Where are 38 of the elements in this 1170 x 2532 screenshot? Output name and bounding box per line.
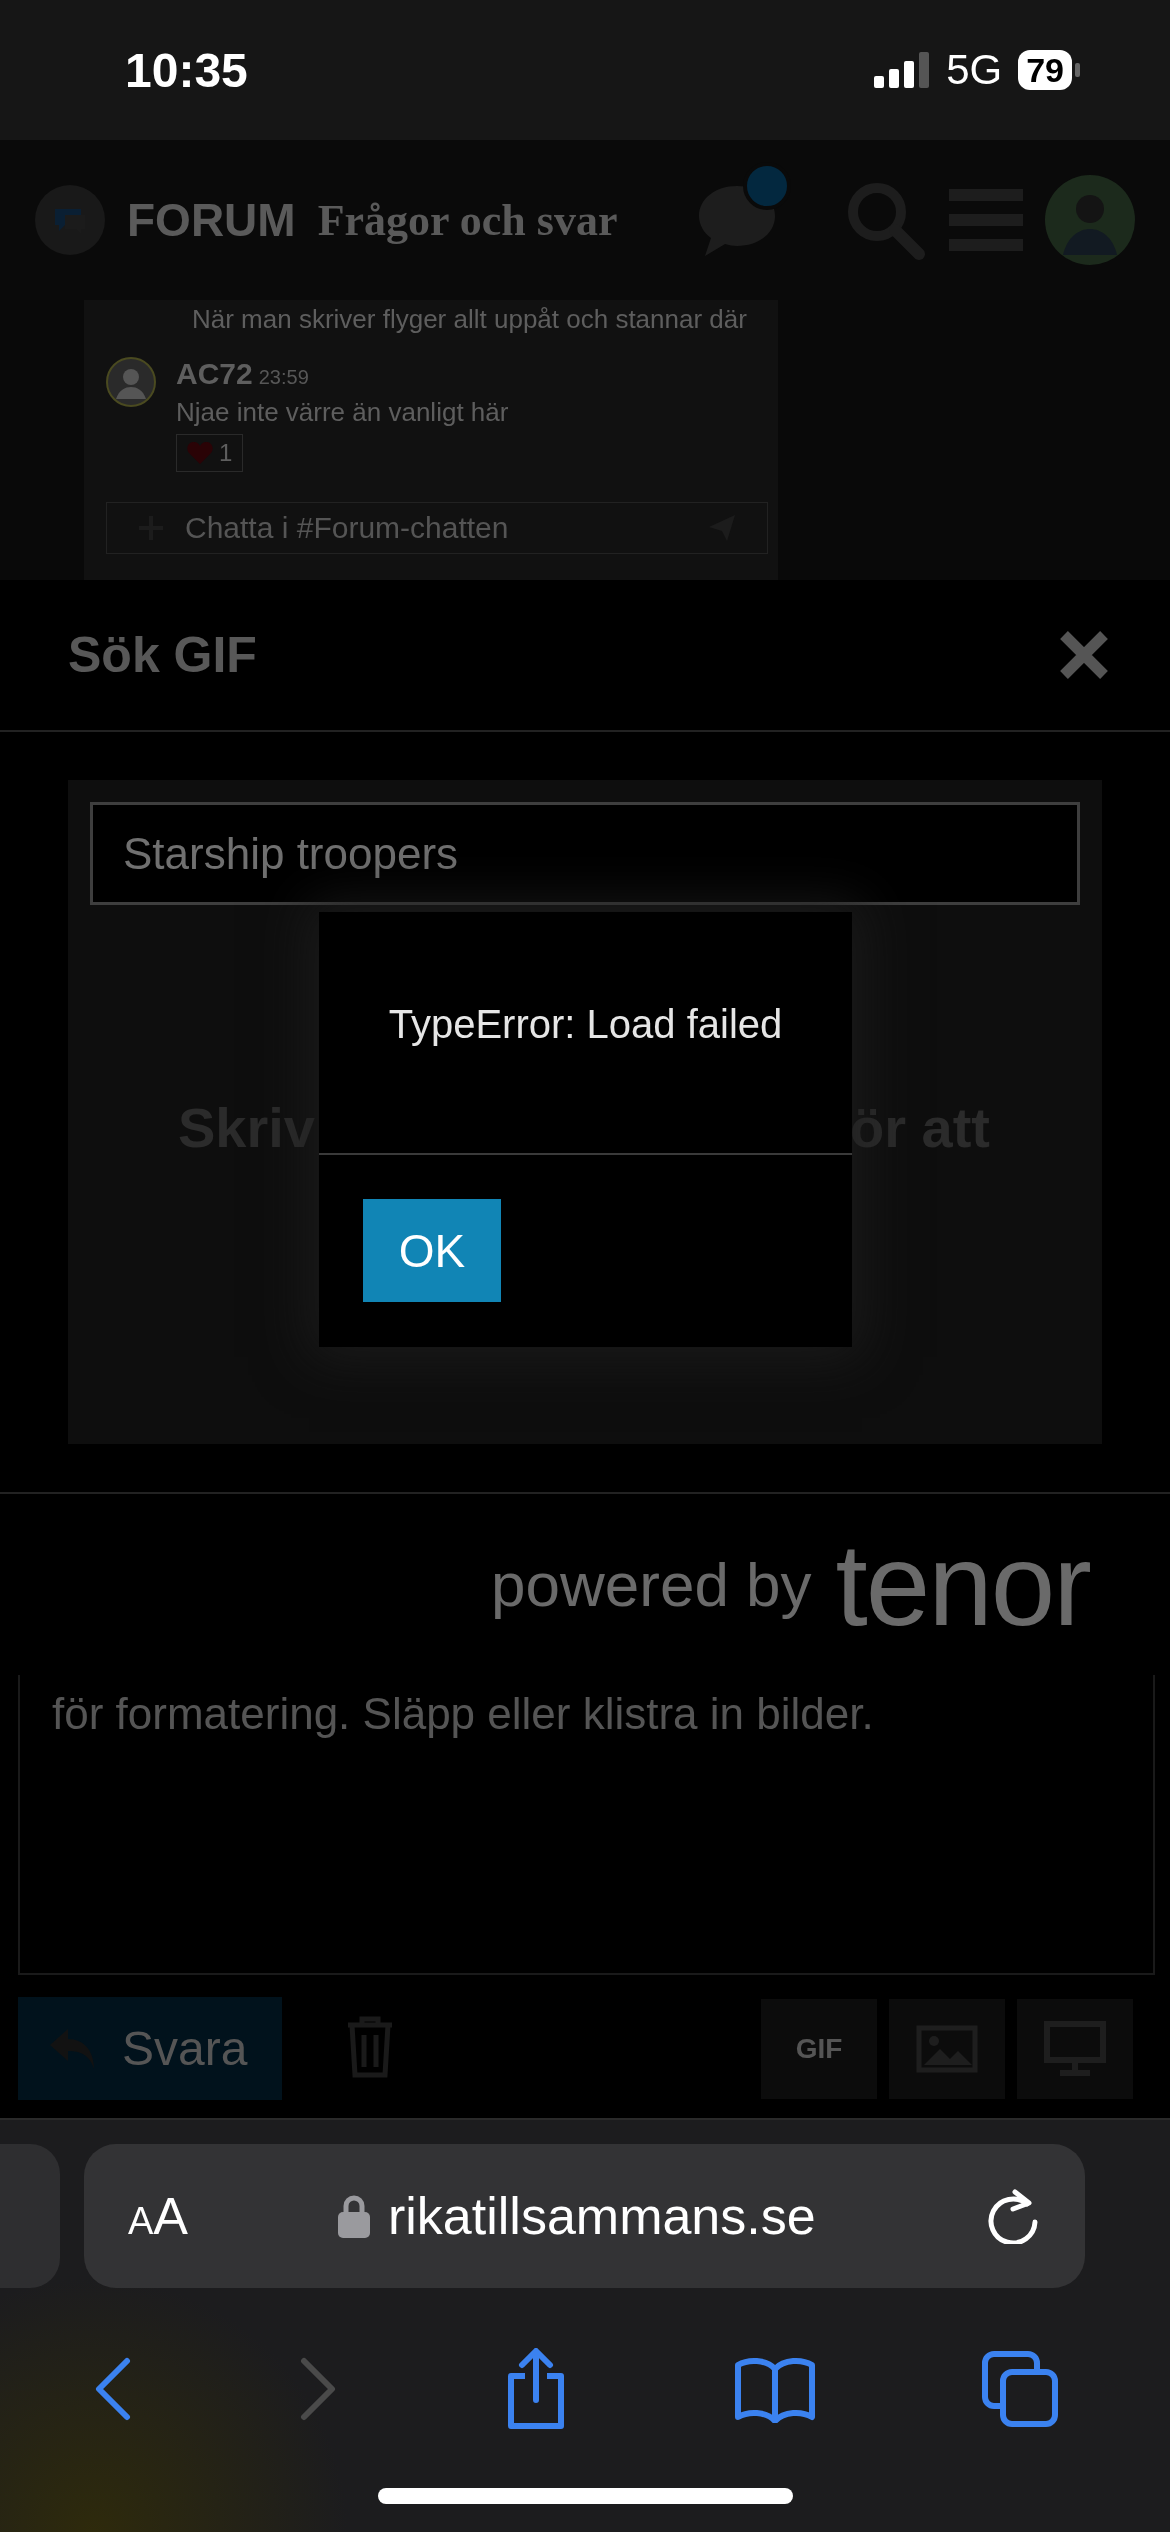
text-size-button[interactable]: AA bbox=[128, 2186, 338, 2246]
reaction-chip[interactable]: 1 bbox=[176, 434, 244, 472]
heart-icon bbox=[187, 441, 213, 465]
battery-level: 79 bbox=[1018, 50, 1072, 90]
logo-icon[interactable] bbox=[35, 185, 105, 255]
image-button[interactable] bbox=[889, 1998, 1005, 2099]
chat-message: När man skriver flyger allt uppåt och stannar där bbox=[192, 304, 747, 334]
signal-icon bbox=[874, 52, 931, 88]
user-avatar[interactable] bbox=[106, 357, 156, 407]
message-time: 23:59 bbox=[258, 366, 309, 388]
url-text: rikatillsammans.se bbox=[388, 2186, 816, 2246]
alert-message: TypeError: Load failed bbox=[319, 912, 852, 1155]
network-type: 5G bbox=[946, 46, 1003, 94]
reply-button[interactable]: Svara bbox=[18, 1997, 282, 2100]
chat-placeholder: Chatta i #Forum-chatten bbox=[185, 511, 510, 545]
search-field[interactable]: Starship troopers bbox=[90, 802, 1080, 905]
chat-message: Njae inte värre än vanligt här bbox=[176, 397, 509, 428]
chat-input[interactable]: Chatta i #Forum-chatten bbox=[106, 502, 768, 554]
lock-icon bbox=[338, 2194, 370, 2238]
battery-cap-icon bbox=[1075, 63, 1080, 77]
address-bar[interactable]: AA rikatillsammans.se bbox=[84, 2144, 1085, 2288]
brand-logo: tenor bbox=[835, 1526, 1090, 1643]
attribution-text: powered by bbox=[491, 1549, 812, 1620]
editor-field[interactable]: för formatering. Släpp eller klistra in bilder. bbox=[18, 1675, 1155, 1975]
modal-title: Sök GIF bbox=[68, 626, 257, 684]
section-title: Frågor och svar bbox=[317, 194, 619, 246]
ok-button[interactable]: OK bbox=[363, 1199, 501, 1302]
reaction-count: 1 bbox=[219, 439, 233, 467]
screen-button[interactable] bbox=[1017, 1998, 1133, 2099]
tabs-icon[interactable] bbox=[981, 2350, 1060, 2428]
avatar[interactable] bbox=[1045, 175, 1135, 265]
book-icon[interactable] bbox=[734, 2355, 817, 2423]
author-name[interactable]: AC72 bbox=[176, 357, 253, 390]
reload-icon[interactable] bbox=[987, 2188, 1039, 2244]
clock: 10:35 bbox=[125, 42, 249, 98]
gif-button[interactable]: GIF bbox=[761, 1998, 877, 2099]
brand-name[interactable]: FORUM bbox=[127, 193, 296, 247]
close-icon[interactable] bbox=[1058, 629, 1110, 681]
